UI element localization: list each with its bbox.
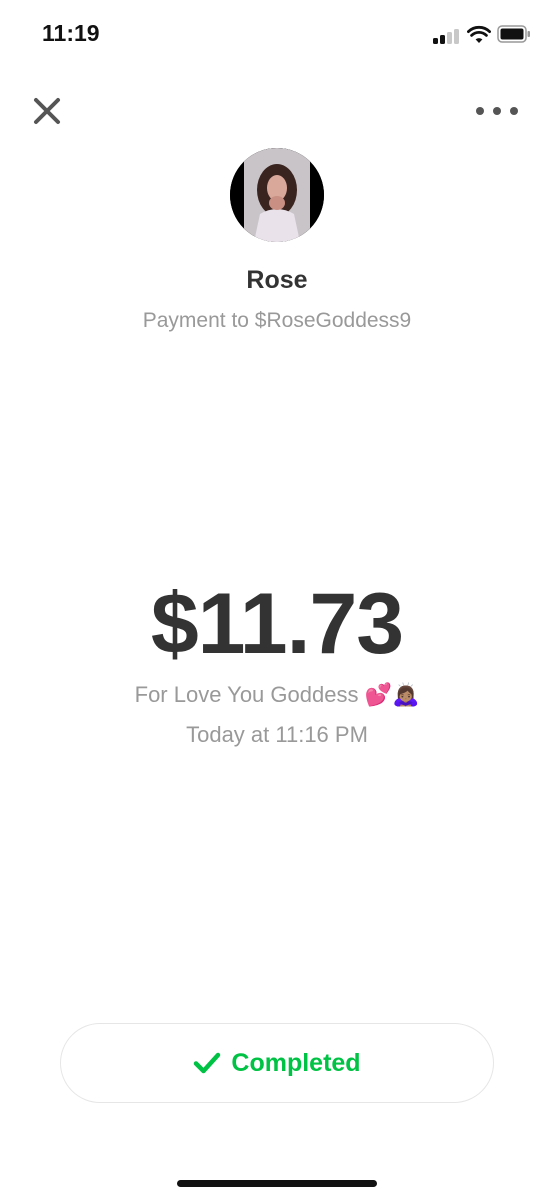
payment-subtitle: Payment to $RoseGoddess9 (142, 309, 412, 332)
cellular-signal-icon (433, 28, 461, 44)
status-bar: 11:19 (0, 0, 554, 70)
status-time: 11:19 (42, 20, 100, 46)
wifi-icon (467, 25, 491, 43)
payment-timestamp: Today at 11:16 PM (186, 722, 368, 747)
close-button[interactable] (30, 94, 64, 128)
status-label: Completed (231, 1048, 361, 1077)
profile-photo (230, 148, 324, 242)
payment-amount: $11.73 (150, 576, 404, 672)
avatar[interactable] (230, 148, 324, 242)
payment-note: For Love You Goddess 💕🙇🏽‍♀️ (134, 682, 420, 707)
battery-icon (497, 25, 530, 43)
checkmark-icon (194, 1052, 221, 1074)
home-indicator[interactable] (177, 1180, 377, 1187)
recipient-name: Rose (246, 266, 308, 294)
payment-status-button[interactable]: Completed (60, 1023, 494, 1103)
more-options-button[interactable] (472, 100, 522, 122)
